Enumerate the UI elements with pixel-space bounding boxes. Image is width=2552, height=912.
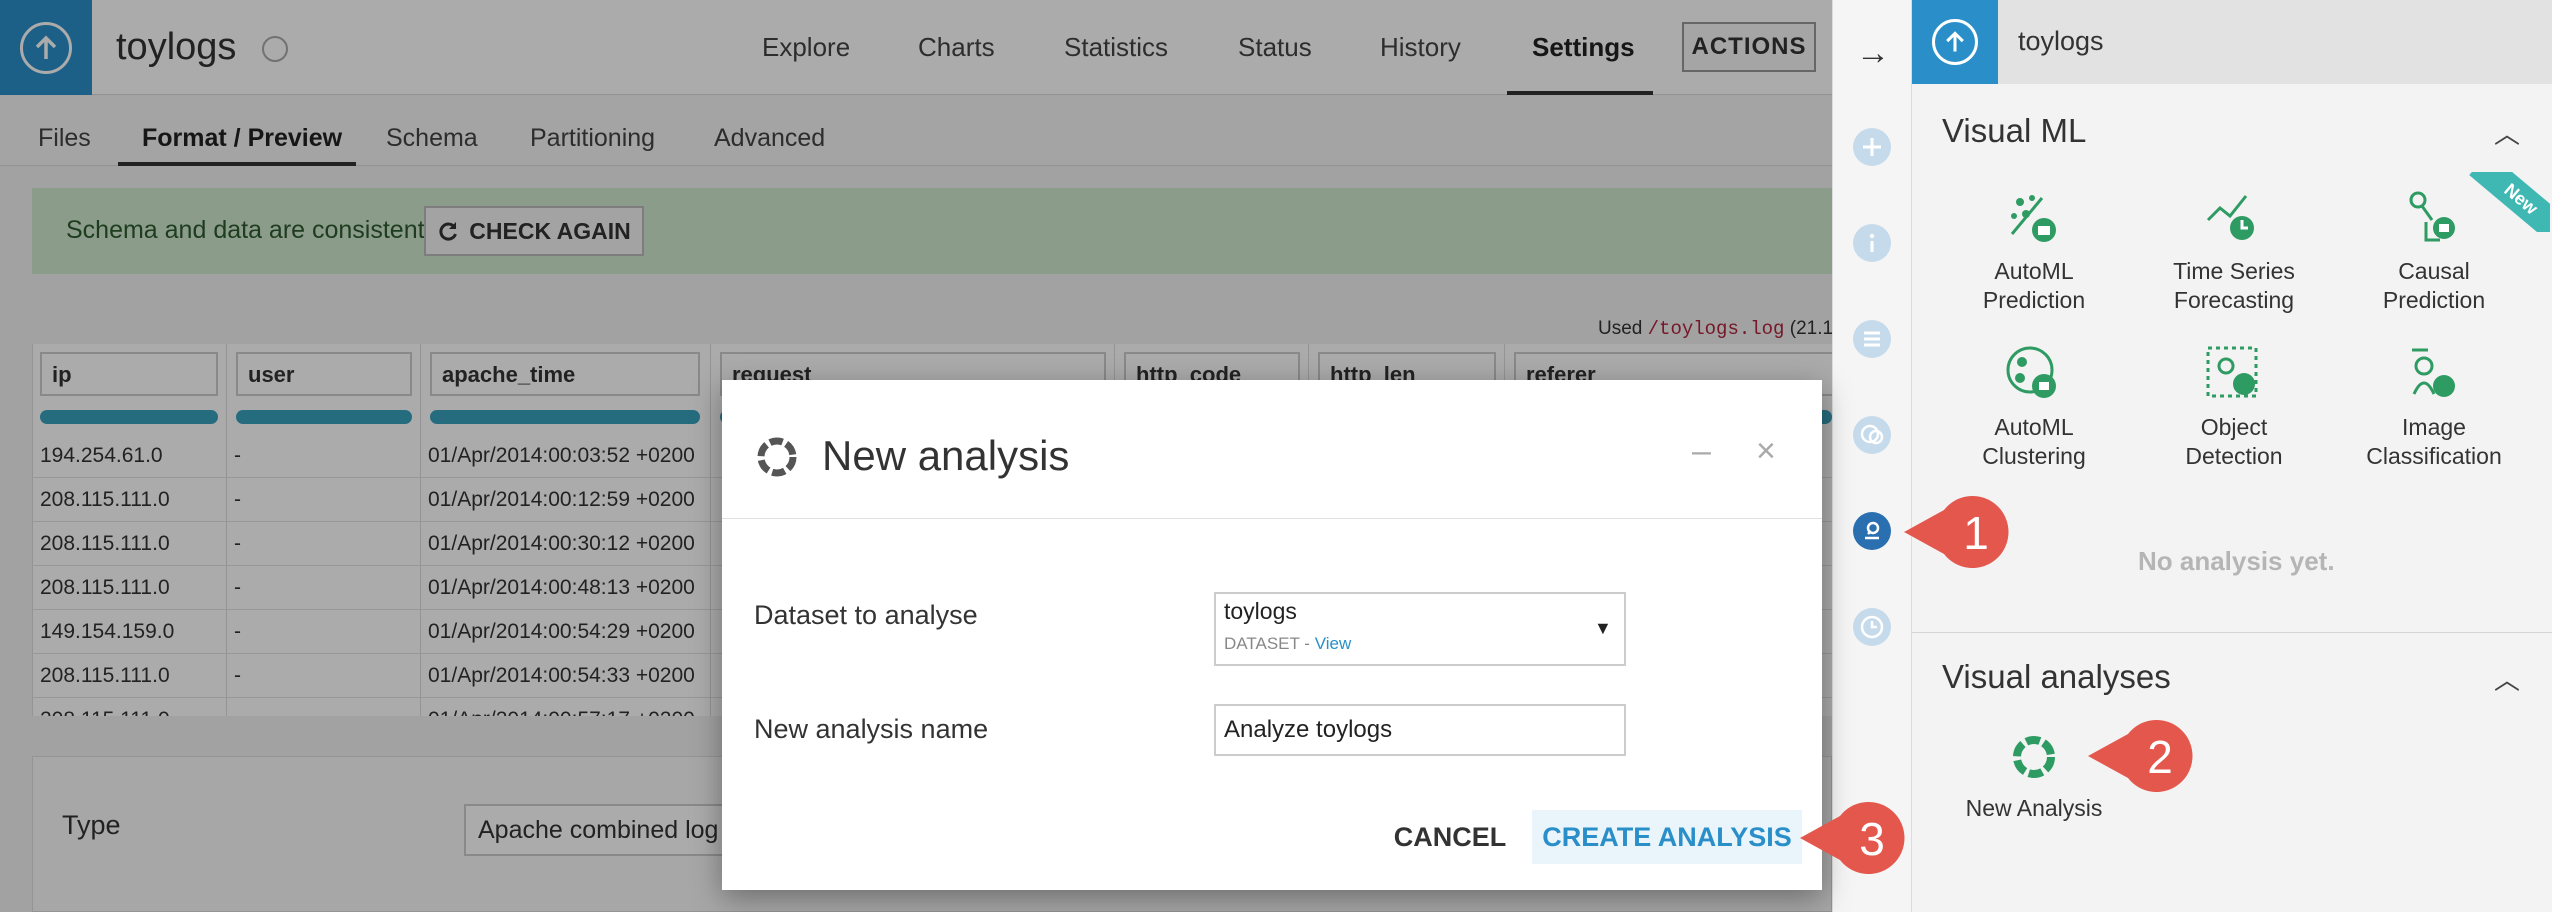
- callout-2: 2: [2084, 716, 2194, 796]
- minimize-icon[interactable]: –: [1692, 432, 1711, 471]
- lab-analysis-icon[interactable]: [1853, 512, 1891, 550]
- caret-down-icon: ▼: [1594, 618, 1612, 638]
- automl-clustering-icon: [2006, 346, 2056, 398]
- callout-number: 1: [1963, 507, 1989, 559]
- ml-item-label: AutoML: [1994, 414, 2074, 440]
- cancel-button[interactable]: CANCEL: [1382, 810, 1518, 864]
- modal-divider: [722, 518, 1822, 519]
- time-series-icon: [2206, 195, 2254, 240]
- dataset-type: DATASET: [1224, 634, 1300, 653]
- dataset-select-meta: DATASET - View: [1224, 634, 1351, 654]
- visual-ml-title: Visual ML: [1942, 112, 2087, 149]
- analysis-name-input[interactable]: [1214, 704, 1626, 756]
- schema-list-icon[interactable]: [1853, 320, 1891, 358]
- ml-item-label: Classification: [2366, 443, 2502, 469]
- image-classification-icon: [2412, 348, 2455, 397]
- section-divider: [1912, 632, 2552, 633]
- info-icon[interactable]: [1853, 224, 1891, 262]
- callout-number: 2: [2147, 731, 2173, 783]
- ml-item-label: Time Series: [2173, 258, 2295, 284]
- causal-prediction-icon: [2409, 191, 2455, 242]
- ml-item-label: Prediction: [1982, 287, 2086, 313]
- new-badge: New: [2460, 172, 2550, 232]
- ml-item-label: Prediction: [2382, 287, 2486, 313]
- automl-clustering-item[interactable]: AutoML Clustering: [1934, 342, 2134, 471]
- discussions-icon[interactable]: [1853, 416, 1891, 454]
- callout-3: 3: [1796, 798, 1906, 878]
- object-detection-item[interactable]: Object Detection: [2134, 342, 2334, 471]
- close-icon[interactable]: ×: [1756, 432, 1776, 471]
- analysis-name-label: New analysis name: [754, 714, 989, 744]
- right-panel-header: [1912, 0, 2552, 84]
- ml-item-label: Detection: [2185, 443, 2283, 469]
- image-classification-item[interactable]: Image Classification: [2334, 342, 2534, 471]
- new-analysis-label: New Analysis: [1965, 795, 2103, 821]
- ml-item-label: Causal: [2398, 258, 2470, 284]
- modal-title: New analysis: [822, 432, 1070, 479]
- dataset-view-link[interactable]: View: [1315, 634, 1352, 653]
- timeline-clock-icon[interactable]: [1853, 608, 1891, 646]
- new-badge-label: New: [2469, 172, 2550, 232]
- callout-number: 3: [1859, 813, 1885, 865]
- ml-item-label: Forecasting: [2173, 287, 2295, 313]
- no-analysis-text: No analysis yet.: [2138, 546, 2335, 576]
- collapse-arrow-icon[interactable]: →: [1856, 34, 1890, 73]
- automl-prediction-item[interactable]: AutoML Prediction: [1934, 186, 2134, 315]
- dataset-label: Dataset to analyse: [754, 600, 978, 630]
- new-analysis-icon: [2013, 736, 2055, 778]
- plus-icon[interactable]: [1853, 128, 1891, 166]
- time-series-item[interactable]: Time Series Forecasting: [2134, 186, 2334, 315]
- dataset-upload-icon: [1912, 0, 1998, 84]
- chevron-up-icon[interactable]: ︿: [2494, 114, 2520, 151]
- dataset-sep: -: [1299, 634, 1315, 653]
- automl-prediction-icon: [2010, 195, 2056, 242]
- right-panel-title: toylogs: [2018, 26, 2104, 56]
- ml-item-label: Clustering: [1982, 443, 2086, 469]
- callout-1: 1: [1900, 492, 2010, 572]
- analysis-icon: [754, 434, 800, 485]
- ml-item-label: Object: [2200, 414, 2268, 440]
- chevron-up-icon[interactable]: ︿: [2494, 660, 2520, 697]
- object-detection-icon: [2206, 346, 2258, 398]
- create-analysis-button[interactable]: CREATE ANALYSIS: [1532, 810, 1802, 864]
- dataset-select-value: toylogs: [1224, 598, 1297, 624]
- ml-item-label: Image: [2402, 414, 2466, 440]
- visual-analyses-title: Visual analyses: [1942, 658, 2171, 695]
- ml-item-label: AutoML: [1994, 258, 2074, 284]
